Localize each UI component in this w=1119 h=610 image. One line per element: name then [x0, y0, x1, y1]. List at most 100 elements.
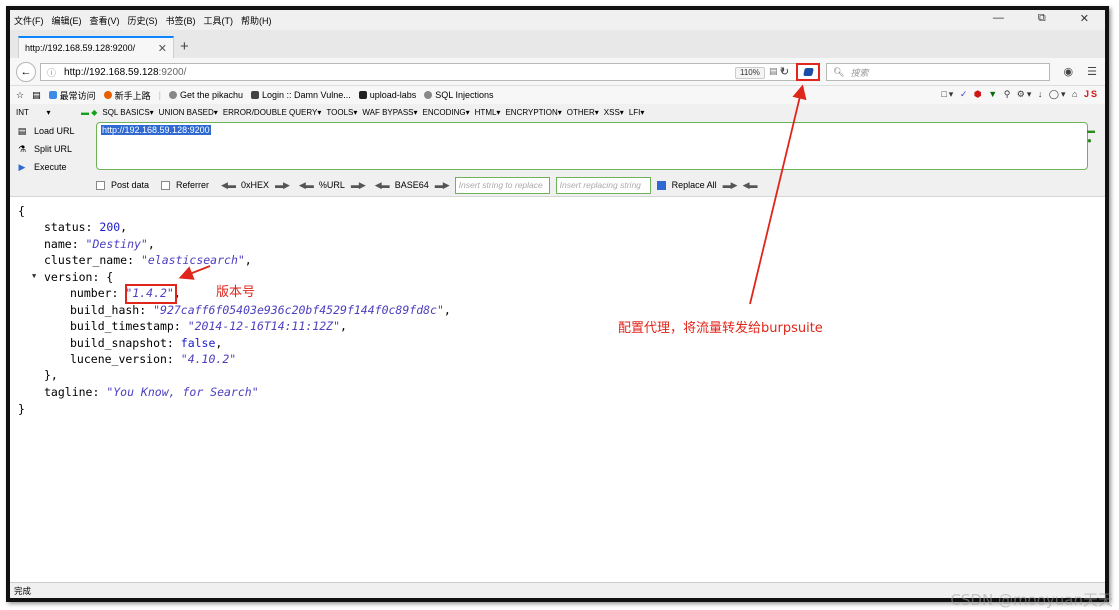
replace-arrow-icon[interactable]: ▬▶: [723, 180, 738, 191]
base64-decode-arrow-icon[interactable]: ◀▬: [375, 180, 390, 191]
menu-other[interactable]: OTHER▾: [567, 108, 599, 117]
globe-icon: [424, 91, 433, 99]
menu-html[interactable]: HTML▾: [475, 108, 501, 117]
json-version-close: },: [44, 368, 58, 382]
referrer-label: Referrer: [176, 180, 210, 190]
shield-icon[interactable]: ▼: [988, 89, 999, 99]
menu-edit[interactable]: 编辑(E): [52, 14, 82, 27]
bookmark-sql-injections[interactable]: SQL Injections: [424, 90, 493, 100]
insert-string-input[interactable]: Insert string to replace: [454, 176, 550, 194]
tab-close-icon[interactable]: ✕: [158, 42, 167, 55]
reload-icon[interactable]: ↻: [780, 65, 789, 78]
hackbar-options: Post data Referrer ◀▬ 0xHEX ▬▶ ◀▬ %URL ▬…: [96, 175, 758, 195]
url-label: %URL: [318, 180, 345, 190]
version-annotation: 版本号: [216, 285, 256, 300]
menu-sql-basics[interactable]: SQL BASICS▾: [102, 108, 153, 117]
json-row-lucene-version: lucene_version: "4.10.2": [70, 352, 237, 366]
bookmark-dvwa[interactable]: Login :: Damn Vulne...: [251, 90, 351, 100]
search-placeholder: 搜索: [850, 67, 869, 78]
menu-tools[interactable]: 工具(T): [204, 14, 234, 27]
wappalyzer-icon[interactable]: ✓: [960, 89, 970, 99]
execute-button[interactable]: ▶ Execute: [16, 158, 88, 176]
menu-tools-hb[interactable]: TOOLS▾: [326, 108, 357, 117]
menu-union-based[interactable]: UNION BASED▾: [159, 108, 218, 117]
bookmark-upload-labs[interactable]: upload-labs: [358, 90, 416, 100]
replace-back-arrow-icon[interactable]: ◀▬: [743, 180, 758, 191]
address-bar[interactable]: ⓘ http://192.168.59.128:9200/ 110% ▤ ▾: [40, 63, 820, 81]
download-icon[interactable]: ↓: [1038, 89, 1045, 99]
base64-encode-arrow-icon[interactable]: ▬▶: [435, 180, 450, 191]
bookmark-pikachu[interactable]: Get the pikachu: [168, 90, 243, 100]
menu-help[interactable]: 帮助(H): [241, 14, 272, 27]
json-open-brace: {: [18, 204, 25, 218]
csdn-watermark: CSDN @mooyuan天天: [950, 591, 1113, 609]
json-row-version: version: {: [44, 270, 114, 284]
hackbar-url-value: http://192.168.59.128:9200: [101, 125, 211, 135]
load-url-button[interactable]: ▤ Load URL: [16, 122, 88, 140]
int-select[interactable]: INT ▾: [16, 108, 76, 117]
browser-tab[interactable]: http://192.168.59.128:9200/ ✕: [18, 36, 174, 58]
collapse-toggle-icon[interactable]: ▼: [32, 272, 36, 280]
load-icon: ▤: [17, 125, 27, 136]
post-data-checkbox[interactable]: [96, 180, 105, 190]
browser-window: 文件(F) 编辑(E) 查看(V) 历史(S) 书签(B) 工具(T) 帮助(H…: [6, 6, 1109, 602]
insert-replacing-input[interactable]: Insert replacing string: [555, 176, 651, 194]
hamburger-menu-icon[interactable]: ☰: [1087, 65, 1097, 78]
menu-waf-bypass[interactable]: WAF BYPASS▾: [362, 108, 417, 117]
close-window-button[interactable]: ✕: [1080, 12, 1089, 25]
proxy-switch-button[interactable]: [796, 63, 820, 81]
minimize-button[interactable]: —: [993, 12, 1004, 25]
nav-right-icons: ◉ ☰: [1064, 65, 1097, 78]
green-dash-icon[interactable]: ▬ ◆: [81, 108, 97, 117]
json-row-build-hash: build_hash: "927caff6f05403e936c20bf4529…: [70, 303, 451, 317]
home-icon[interactable]: ⌂: [1072, 89, 1079, 99]
globe-icon[interactable]: ◯▾: [1049, 89, 1068, 99]
gear-icon[interactable]: ⚙▾: [1017, 89, 1034, 99]
addon-icon[interactable]: ◉: [1064, 65, 1074, 78]
menu-file[interactable]: 文件(F): [14, 14, 44, 27]
url-encode-arrow-icon[interactable]: ▬▶: [351, 180, 366, 191]
info-icon[interactable]: ⓘ: [47, 66, 56, 79]
folder-icon: [358, 91, 367, 99]
url-port-path: :9200/: [158, 66, 187, 78]
menu-error-double-query[interactable]: ERROR/DOUBLE QUERY▾: [223, 108, 322, 117]
restore-button[interactable]: ⧉: [1038, 12, 1046, 25]
separator: |: [158, 90, 161, 100]
proxy-icon: [802, 68, 814, 76]
split-url-button[interactable]: ⚗ Split URL: [16, 140, 88, 158]
url-decode-arrow-icon[interactable]: ◀▬: [299, 180, 314, 191]
clipboard-icon[interactable]: ▤: [32, 90, 41, 101]
menu-history[interactable]: 历史(S): [128, 14, 158, 27]
menu-encryption[interactable]: ENCRYPTION▾: [505, 108, 561, 117]
search-icon: 🔍︎: [833, 66, 845, 77]
new-tab-button[interactable]: +: [180, 38, 189, 55]
adblock-icon[interactable]: ⬢: [974, 89, 984, 99]
bookmark-getting-started[interactable]: 新手上路: [103, 89, 151, 102]
replace-all-checkbox[interactable]: [656, 180, 666, 190]
magnifier-icon[interactable]: ⚲: [1004, 89, 1013, 99]
hex-encode-arrow-icon[interactable]: ▬▶: [275, 180, 290, 191]
js-icon[interactable]: JS: [1084, 89, 1099, 99]
split-icon: ⚗: [17, 143, 27, 154]
json-row-build-timestamp: build_timestamp: "2014-12-16T14:11:12Z",: [70, 319, 347, 333]
search-input[interactable]: 🔍︎ 搜索: [826, 63, 1050, 81]
referrer-checkbox[interactable]: [161, 180, 171, 190]
menu-xss[interactable]: XSS▾: [604, 108, 624, 117]
hackbar-url-textarea[interactable]: http://192.168.59.128:9200: [96, 122, 1088, 170]
menu-bookmarks[interactable]: 书签(B): [166, 14, 196, 27]
globe-icon: [168, 91, 177, 99]
menu-encoding[interactable]: ENCODING▾: [423, 108, 470, 117]
url-host: http://192.168.59.128: [64, 66, 159, 78]
menu-view[interactable]: 查看(V): [90, 14, 120, 27]
status-bar: 完成: [10, 582, 1105, 598]
star-icon[interactable]: ☆: [16, 90, 24, 101]
json-viewer: { status: 200, name: "Destiny", cluster_…: [10, 196, 1105, 586]
back-button[interactable]: ←: [16, 62, 36, 82]
version-highlight-box: [125, 284, 177, 304]
extension-icon[interactable]: □▾: [941, 89, 955, 99]
menu-lfi[interactable]: LFI▾: [629, 108, 645, 117]
bookmark-most-visited[interactable]: 最常访问: [48, 89, 96, 102]
hackbar-actions: ▤ Load URL ⚗ Split URL ▶ Execute: [16, 122, 88, 176]
zoom-indicator[interactable]: 110%: [735, 67, 765, 79]
hex-decode-arrow-icon[interactable]: ◀▬: [221, 180, 236, 191]
